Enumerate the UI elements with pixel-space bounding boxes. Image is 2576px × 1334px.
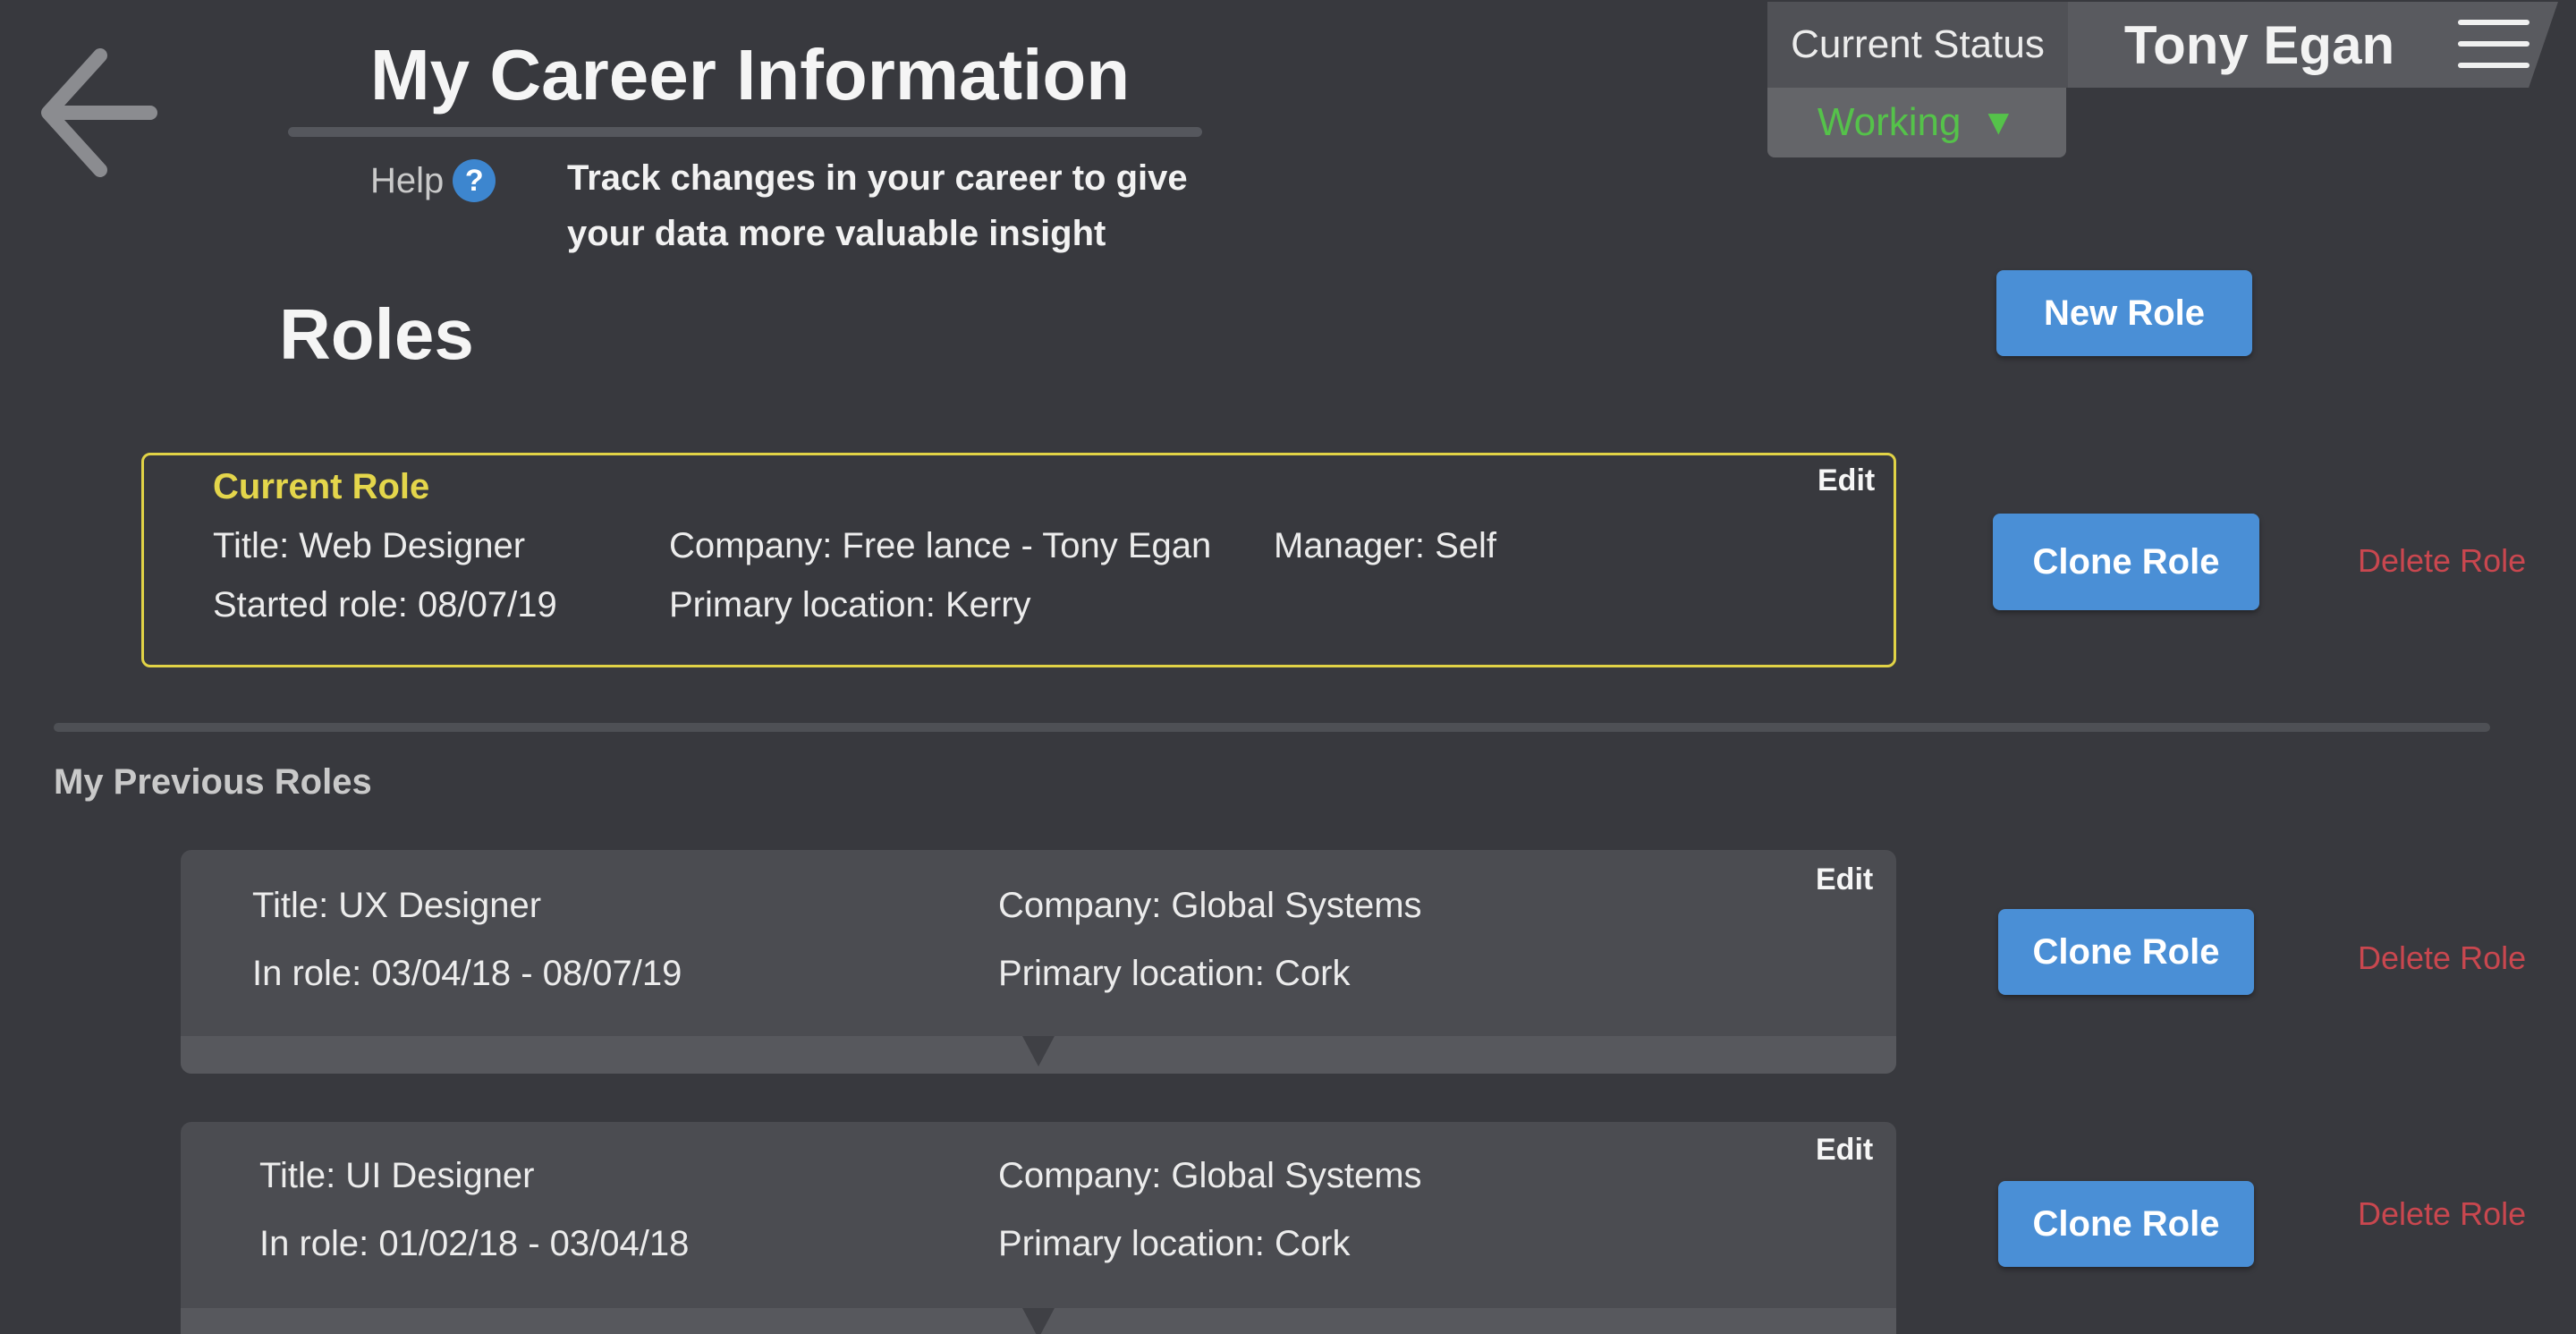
- previous-role-title: Title: UX Designer: [252, 886, 542, 925]
- title-underline: [288, 127, 1202, 137]
- expand-bar[interactable]: [181, 1036, 1896, 1074]
- status-dropdown[interactable]: Working ▼: [1767, 88, 2066, 157]
- current-role-company: Company: Free lance - Tony Egan: [669, 526, 1212, 565]
- previous-role-edit-link[interactable]: Edit: [1816, 1133, 1873, 1168]
- current-role-label: Current Role: [213, 467, 430, 506]
- status-value: Working: [1817, 100, 1962, 144]
- current-status-label: Current Status: [1767, 2, 2068, 88]
- current-role-location: Primary location: Kerry: [669, 585, 1031, 625]
- page-title: My Career Information: [370, 35, 1131, 115]
- triangle-down-icon[interactable]: [1022, 1036, 1055, 1066]
- previous-role-period: In role: 03/04/18 - 08/07/19: [252, 954, 682, 993]
- current-role-title: Title: Web Designer: [213, 526, 526, 565]
- previous-role-edit-link[interactable]: Edit: [1816, 862, 1873, 897]
- roles-heading: Roles: [279, 294, 474, 374]
- intro-text: Track changes in your career to give you…: [567, 150, 1247, 261]
- current-role-started: Started role: 08/07/19: [213, 585, 557, 625]
- previous-role-company: Company: Global Systems: [998, 1156, 1422, 1195]
- current-role-manager: Manager: Self: [1274, 526, 1497, 565]
- intro-line-1: Track changes in your career to give: [567, 158, 1188, 198]
- back-arrow-icon[interactable]: [36, 43, 161, 186]
- section-divider: [54, 723, 2490, 732]
- previous-roles-heading: My Previous Roles: [54, 762, 372, 802]
- delete-role-link[interactable]: Delete Role: [2358, 939, 2526, 977]
- help-link[interactable]: Help ?: [370, 159, 496, 202]
- previous-role-title: Title: UI Designer: [259, 1156, 535, 1195]
- previous-role-company: Company: Global Systems: [998, 886, 1422, 925]
- user-name: Tony Egan: [2123, 14, 2395, 75]
- triangle-down-icon[interactable]: [1022, 1308, 1055, 1334]
- triangle-down-icon: ▼: [1980, 102, 2017, 142]
- previous-role-location: Primary location: Cork: [998, 954, 1351, 993]
- question-circle-icon[interactable]: ?: [453, 159, 496, 202]
- previous-role-location: Primary location: Cork: [998, 1224, 1351, 1263]
- clone-role-button[interactable]: Clone Role: [1998, 1181, 2254, 1267]
- expand-bar[interactable]: [181, 1308, 1896, 1334]
- previous-role-period: In role: 01/02/18 - 03/04/18: [259, 1224, 690, 1263]
- current-role-edit-link[interactable]: Edit: [1818, 463, 1875, 498]
- intro-line-2: your data more valuable insight: [567, 214, 1106, 253]
- help-label: Help: [370, 160, 445, 200]
- delete-role-link[interactable]: Delete Role: [2358, 1195, 2526, 1233]
- clone-current-role-button[interactable]: Clone Role: [1993, 514, 2259, 610]
- clone-role-button[interactable]: Clone Role: [1998, 909, 2254, 995]
- hamburger-menu-icon[interactable]: [2458, 20, 2529, 68]
- delete-current-role-link[interactable]: Delete Role: [2358, 542, 2526, 580]
- new-role-button[interactable]: New Role: [1996, 270, 2252, 356]
